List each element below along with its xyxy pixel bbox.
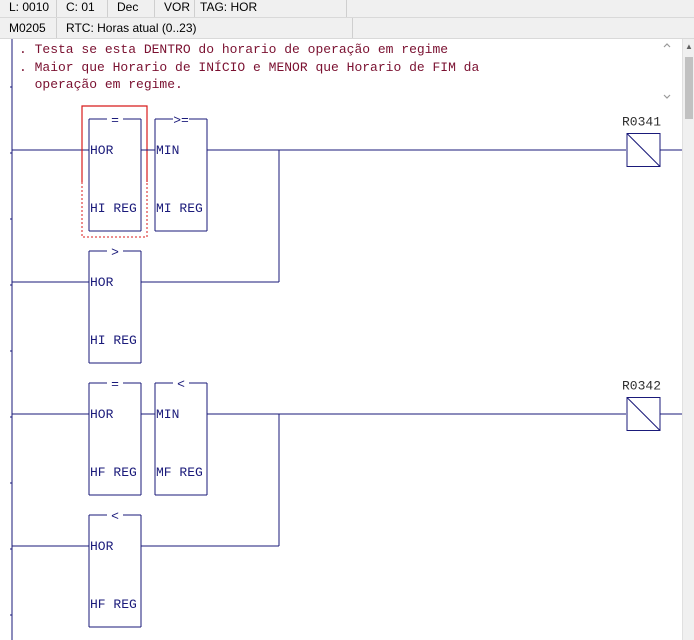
compare-operand-b: HI REG bbox=[90, 201, 137, 216]
compare-operand-a: HOR bbox=[90, 407, 114, 422]
compare-operator: > bbox=[111, 245, 119, 260]
compare-operand-b: HF REG bbox=[90, 597, 137, 612]
operand-clip: MI REG bbox=[156, 201, 203, 216]
compare-operand-a: HOR bbox=[90, 539, 114, 554]
ladder-diagram[interactable]: = HOR HI REG >= MIN MI REG > HOR HI REG R0341 = HOR… bbox=[0, 39, 682, 640]
status-bar: L: 0010 C: 01 Dec VOR TAG: HOR bbox=[0, 0, 694, 18]
info-bar: M0205 RTC: Horas atual (0..23) bbox=[0, 18, 694, 39]
compare-operand-a: HOR bbox=[90, 143, 114, 158]
status-tag: TAG: HOR bbox=[192, 0, 347, 17]
vertical-scrollbar[interactable]: ▲ bbox=[682, 39, 694, 640]
operand-clip: HF REG bbox=[90, 597, 137, 612]
compare-operator: < bbox=[177, 377, 185, 392]
compare-operand-b: MF REG bbox=[156, 465, 203, 480]
info-address: M0205 bbox=[0, 18, 57, 38]
scroll-up-icon[interactable]: ▲ bbox=[685, 42, 693, 52]
scrollbar-thumb[interactable] bbox=[685, 57, 693, 119]
compare-operand-a: HOR bbox=[90, 275, 114, 290]
status-format: Dec bbox=[108, 0, 155, 17]
operand-clip: MF REG bbox=[156, 465, 203, 480]
compare-operand-a: MIN bbox=[156, 407, 179, 422]
compare-operand-b: MI REG bbox=[156, 201, 203, 216]
compare-operator: = bbox=[111, 377, 119, 392]
compare-operand-b: HI REG bbox=[90, 333, 137, 348]
compare-operand-a: MIN bbox=[156, 143, 179, 158]
compare-operator: < bbox=[111, 509, 119, 524]
operand-clip: HF REG bbox=[90, 465, 137, 480]
coil-address: R0341 bbox=[622, 115, 661, 130]
status-line: L: 0010 bbox=[0, 0, 57, 17]
compare-operator: >= bbox=[173, 113, 189, 128]
operand-clip: HI REG bbox=[90, 201, 137, 216]
coil-address: R0342 bbox=[622, 379, 661, 394]
compare-operator: = bbox=[111, 113, 119, 128]
ladder-editor[interactable]: . Testa se esta DENTRO do horario de ope… bbox=[0, 39, 682, 640]
operand-clip: HI REG bbox=[90, 333, 137, 348]
status-mode: VOR bbox=[155, 0, 195, 17]
info-description: RTC: Horas atual (0..23) bbox=[57, 18, 353, 38]
status-column: C: 01 bbox=[57, 0, 108, 17]
compare-operand-b: HF REG bbox=[90, 465, 137, 480]
